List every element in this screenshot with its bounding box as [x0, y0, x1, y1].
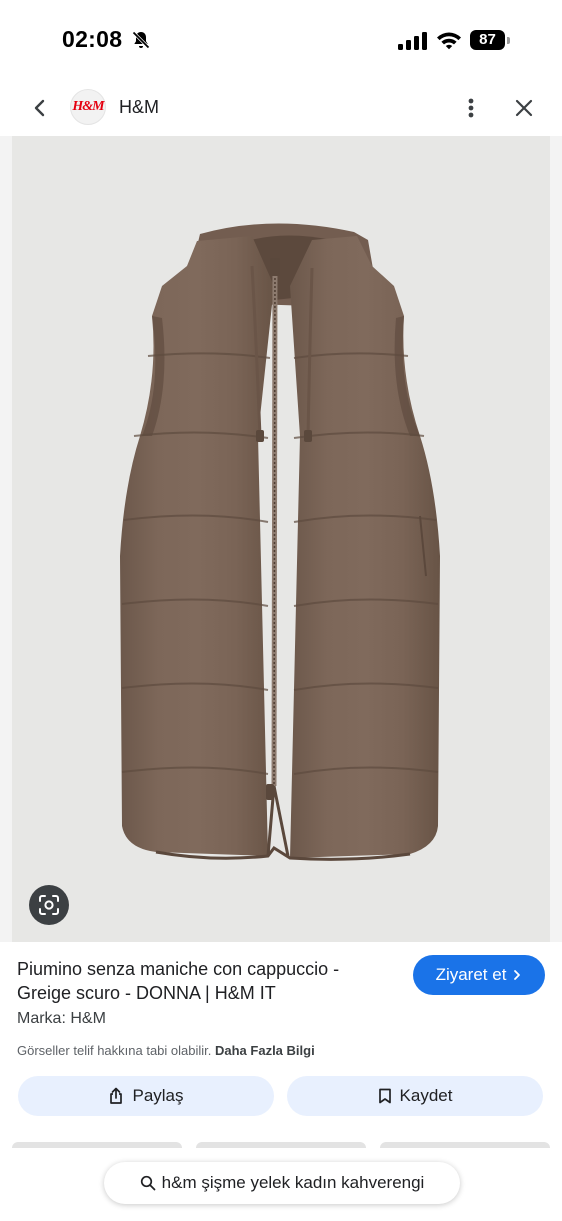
result-info: Piumino senza maniche con cappuccio - Gr… — [0, 942, 562, 1142]
save-button[interactable]: Kaydet — [287, 1076, 543, 1116]
back-icon[interactable] — [26, 94, 54, 122]
lens-icon — [39, 895, 59, 915]
share-icon — [110, 1087, 123, 1104]
copyright-line: Görseller telif hakkına tabi olabilir. D… — [17, 1043, 315, 1058]
more-info-link[interactable]: Daha Fazla Bilgi — [215, 1043, 315, 1058]
close-icon[interactable] — [510, 94, 538, 122]
battery-icon: 87 — [470, 30, 510, 50]
related-results-strip: h&m şişme yelek kadın kahverengi — [0, 1142, 562, 1221]
site-name[interactable]: H&M — [119, 97, 159, 118]
image-area — [0, 136, 562, 942]
signal-icon — [398, 32, 427, 50]
related-thumb[interactable] — [196, 1142, 366, 1148]
bookmark-icon — [378, 1088, 391, 1104]
lens-button[interactable] — [29, 885, 69, 925]
brand-line: Marka: H&M — [17, 1010, 106, 1027]
wifi-icon — [437, 32, 461, 50]
search-query: h&m şişme yelek kadın kahverengi — [161, 1173, 425, 1192]
chevron-right-icon — [514, 970, 521, 980]
image-panel — [12, 136, 550, 942]
battery-level: 87 — [470, 30, 505, 50]
copyright-notice: Görseller telif hakkına tabi olabilir. — [17, 1043, 212, 1058]
source-header: H&M H&M — [0, 80, 562, 136]
more-vert-icon[interactable] — [460, 94, 482, 122]
share-button[interactable]: Paylaş — [18, 1076, 274, 1116]
related-thumb[interactable] — [12, 1142, 182, 1148]
battery-tip — [507, 37, 510, 44]
visit-label: Ziyaret et — [435, 965, 507, 984]
status-time: 02:08 — [62, 26, 123, 52]
site-logo[interactable]: H&M — [70, 89, 106, 125]
product-image[interactable] — [12, 136, 550, 942]
product-title[interactable]: Piumino senza maniche con cappuccio - Gr… — [17, 957, 397, 1005]
status-bar: 02:08 87 — [0, 0, 562, 80]
search-query-pill[interactable]: h&m şişme yelek kadın kahverengi — [104, 1162, 460, 1204]
visit-button[interactable]: Ziyaret et — [413, 955, 545, 995]
share-label: Paylaş — [132, 1086, 184, 1105]
search-icon — [140, 1175, 156, 1191]
save-label: Kaydet — [399, 1086, 453, 1105]
related-thumb[interactable] — [380, 1142, 550, 1148]
bell-slash-icon — [132, 31, 150, 49]
